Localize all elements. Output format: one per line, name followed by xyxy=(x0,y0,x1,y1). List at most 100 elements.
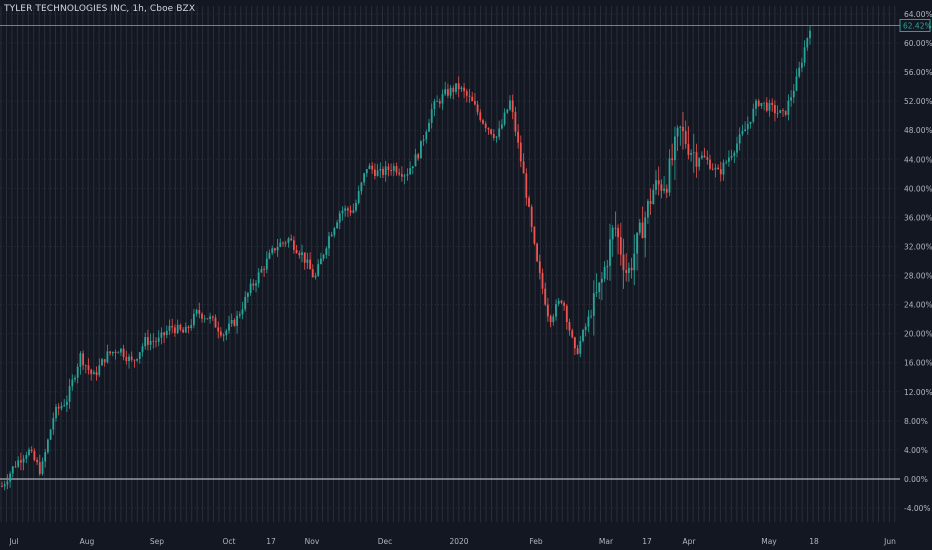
candle-body xyxy=(768,102,771,111)
candle-body xyxy=(420,140,422,159)
candle-body xyxy=(330,234,333,237)
candle-body xyxy=(455,83,457,92)
candle-body xyxy=(509,100,511,110)
candle-body xyxy=(719,169,722,175)
candle-body xyxy=(649,201,652,204)
candle-body xyxy=(284,242,287,244)
candle-body xyxy=(379,168,382,171)
candle-body xyxy=(138,352,141,359)
candle-body xyxy=(101,359,103,366)
candle-body xyxy=(125,357,128,361)
candle-body xyxy=(49,429,52,440)
candle-body xyxy=(728,157,730,162)
candle-body xyxy=(325,248,328,255)
x-tick-label: Aug xyxy=(80,537,95,546)
candle-body xyxy=(603,267,606,279)
candle-body xyxy=(376,170,379,176)
candle-body xyxy=(28,449,30,455)
y-tick-label: 4.00% xyxy=(904,446,928,455)
candle-body xyxy=(503,112,506,125)
candle-body xyxy=(474,101,476,105)
candle-body xyxy=(171,325,174,328)
candle-body xyxy=(130,356,133,360)
candle-body xyxy=(414,154,417,167)
candle-body xyxy=(317,264,320,276)
x-tick-label: 18 xyxy=(809,537,819,546)
y-tick-label: 36.00% xyxy=(904,213,932,222)
candle-body xyxy=(476,104,479,113)
candle-body xyxy=(652,189,655,204)
candle-body xyxy=(60,405,63,409)
candle-body xyxy=(655,180,657,190)
y-tick-label: 40.00% xyxy=(904,184,932,193)
candle-body xyxy=(711,168,714,170)
candle-body xyxy=(306,259,309,263)
candle-body xyxy=(622,254,625,271)
candle-body xyxy=(733,152,736,156)
candle-body xyxy=(30,449,33,451)
candle-body xyxy=(692,152,695,154)
candle-body xyxy=(157,337,160,342)
candle-body xyxy=(425,131,428,140)
candle-body xyxy=(774,105,776,114)
candle-body xyxy=(679,126,682,128)
candle-body xyxy=(595,292,598,294)
candle-body xyxy=(33,451,36,461)
candle-body xyxy=(328,236,330,249)
candle-body xyxy=(311,269,314,278)
candle-body xyxy=(560,300,563,303)
candle-body xyxy=(233,320,236,326)
y-tick-label: -4.00% xyxy=(904,504,931,513)
candle-body xyxy=(357,191,360,203)
candle-body xyxy=(436,101,438,102)
candle-body xyxy=(633,253,636,271)
candle-body xyxy=(390,170,392,171)
candle-body xyxy=(517,131,519,143)
candle-body xyxy=(530,206,533,227)
candle-body xyxy=(117,352,120,354)
candle-body xyxy=(220,331,222,336)
candle-body xyxy=(141,346,144,353)
y-tick-label: 52.00% xyxy=(904,97,932,106)
candle-body xyxy=(109,351,111,354)
candle-body xyxy=(95,372,98,376)
candle-body xyxy=(144,337,147,347)
candle-body xyxy=(201,313,203,319)
candle-body xyxy=(495,136,498,138)
x-tick-label: Oct xyxy=(223,537,236,546)
candle-body xyxy=(760,103,763,106)
candle-body xyxy=(506,109,509,113)
y-tick-label: 56.00% xyxy=(904,68,932,77)
candle-body xyxy=(757,100,760,106)
y-tick-label: 44.00% xyxy=(904,155,932,164)
price-chart[interactable]: 64.00% 60.00% 56.00% 52.00% 48.00% 44.00% 40.0… xyxy=(0,0,932,550)
candle-body xyxy=(347,208,349,211)
candle-body xyxy=(590,315,592,317)
candle-body xyxy=(522,161,525,174)
candle-body xyxy=(203,318,206,320)
candle-body xyxy=(209,316,211,320)
candle-body xyxy=(744,129,746,132)
candle-body xyxy=(795,76,798,91)
candle-body xyxy=(701,155,703,159)
candle-body xyxy=(11,466,14,474)
candle-body xyxy=(587,316,590,327)
candle-body xyxy=(106,351,109,363)
candle-body xyxy=(322,254,325,259)
candle-body xyxy=(165,330,168,336)
candle-body xyxy=(528,197,530,207)
candle-body xyxy=(684,131,687,145)
x-tick-label: May xyxy=(761,537,777,546)
candle-body xyxy=(498,128,501,137)
candle-body xyxy=(136,358,138,361)
candle-body xyxy=(714,167,717,170)
candle-body xyxy=(25,455,28,459)
candle-body xyxy=(463,87,465,92)
candle-body xyxy=(441,94,444,104)
candle-body xyxy=(628,267,630,273)
y-tick-label: 48.00% xyxy=(904,126,932,135)
candle-body xyxy=(241,309,244,315)
candle-body xyxy=(338,213,341,223)
last-value-label: 62.42% xyxy=(903,21,932,30)
candle-body xyxy=(687,144,690,155)
